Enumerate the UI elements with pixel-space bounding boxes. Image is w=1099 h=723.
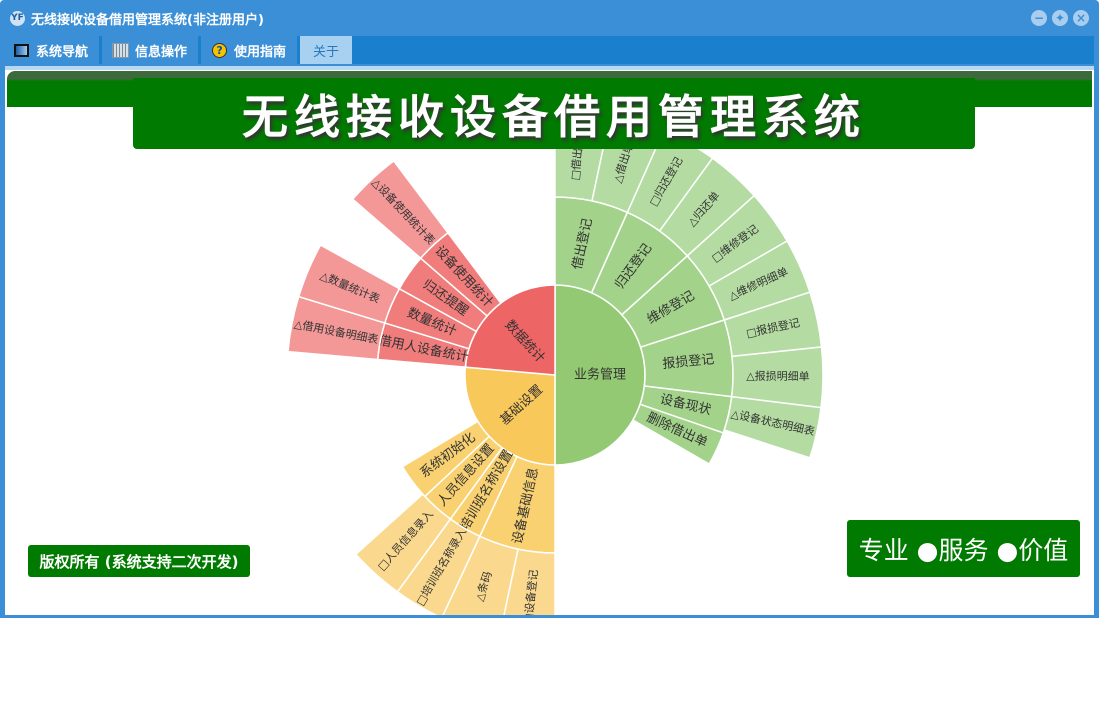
grid-icon [112, 42, 130, 58]
slogan-badge: 专业 ●服务 ●价值 [847, 520, 1080, 577]
minimize-icon[interactable]: − [1031, 10, 1047, 26]
tab-user-guide[interactable]: ? 使用指南 [201, 36, 298, 64]
menu-bar: 系统导航 信息操作 ? 使用指南 关于 [3, 36, 1094, 64]
title-bar: YF 无线接收设备借用管理系统(非注册用户) − ✦ × [0, 0, 1099, 36]
tab-label: 系统导航 [36, 44, 89, 60]
monitor-icon [14, 43, 29, 57]
tab-system-nav[interactable]: 系统导航 [3, 36, 100, 64]
main-content: 业务管理 借出登记 □借出登记 △借出单 归还登记 □归还登记 △归还单 维修登记 □维修登记 △… [5, 66, 1094, 615]
yf-logo-icon: YF [10, 10, 25, 26]
tab-label: 关于 [313, 44, 340, 60]
app-window: YF 无线接收设备借用管理系统(非注册用户) − ✦ × 系统导航 信息操作 ?… [0, 0, 1099, 618]
sunburst-label: △报损明细单 [746, 369, 810, 384]
help-icon: ? [212, 42, 228, 58]
tab-label: 信息操作 [135, 44, 188, 60]
page-banner: 无线接收设备借用管理系统 [133, 78, 975, 149]
tab-info-ops[interactable]: 信息操作 [102, 36, 199, 64]
tab-about[interactable]: 关于 [300, 36, 353, 64]
close-icon[interactable]: × [1073, 10, 1089, 26]
copyright-badge: 版权所有 (系统支持二次开发) [28, 545, 250, 577]
tab-label: 使用指南 [234, 44, 287, 60]
sunburst-label: 业务管理 [574, 367, 626, 383]
window-title: 无线接收设备借用管理系统(非注册用户) [31, 12, 264, 28]
restore-icon[interactable]: ✦ [1052, 10, 1068, 26]
